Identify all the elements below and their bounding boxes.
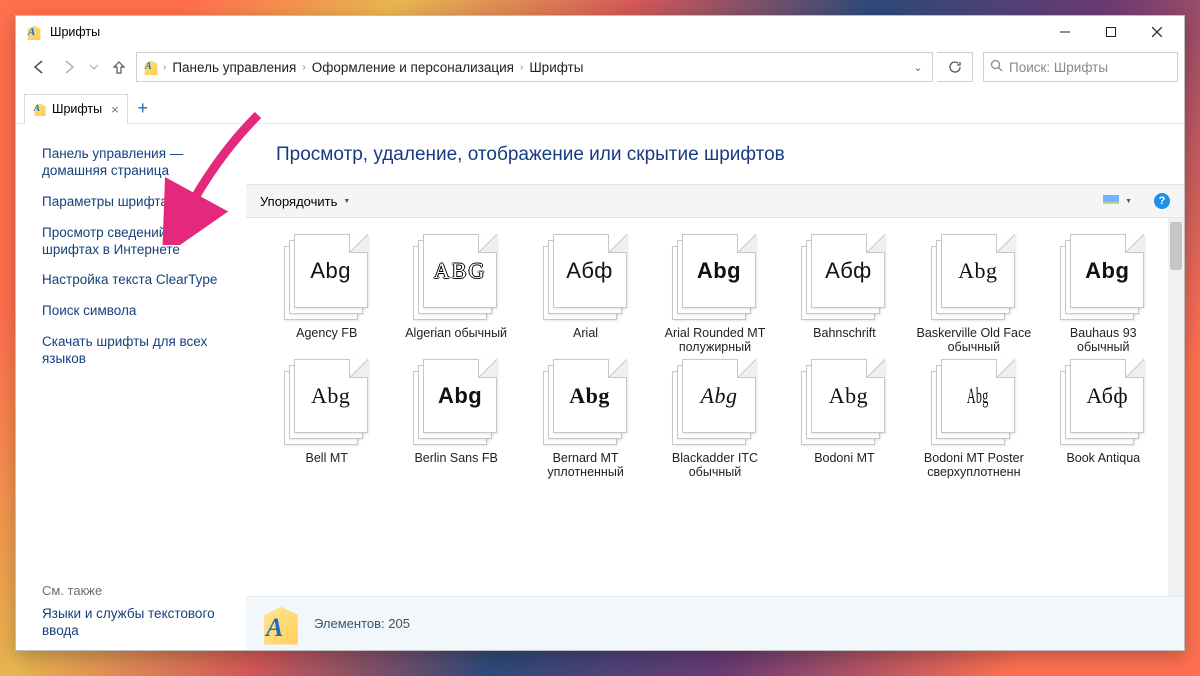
new-tab-button[interactable]: + <box>128 93 158 123</box>
chevron-down-icon: ▼ <box>343 198 350 205</box>
sidebar-link-download[interactable]: Скачать шрифты для всех языков <box>42 334 232 368</box>
font-item[interactable]: Абф Bahnschrift <box>782 234 907 355</box>
toolbar: Упорядочить ▼ ▼ ? <box>246 184 1184 218</box>
breadcrumb[interactable]: Шрифты <box>523 60 589 75</box>
font-thumbnail: Abg <box>413 359 499 445</box>
status-bar: Элементов: 205 <box>246 596 1184 650</box>
font-name-label: Bodoni MT Poster сверхуплотненн <box>914 451 1034 480</box>
back-button[interactable] <box>26 53 52 81</box>
navigation-bar: › Панель управления › Оформление и персо… <box>16 48 1184 88</box>
sidebar-link-charmap[interactable]: Поиск символа <box>42 303 232 320</box>
breadcrumb[interactable]: Панель управления <box>166 60 302 75</box>
help-button[interactable]: ? <box>1154 193 1170 209</box>
font-item[interactable]: Abg Bauhaus 93 обычный <box>1041 234 1166 355</box>
font-name-label: Berlin Sans FB <box>414 451 497 465</box>
fonts-folder-icon <box>26 24 42 40</box>
font-item[interactable]: Abg Berlin Sans FB <box>393 359 518 480</box>
search-icon <box>990 59 1003 75</box>
search-input[interactable]: Поиск: Шрифты <box>983 52 1178 82</box>
forward-button[interactable] <box>56 53 82 81</box>
tab-label: Шрифты <box>52 102 102 116</box>
font-name-label: Arial Rounded MT полужирный <box>655 326 775 355</box>
font-name-label: Arial <box>573 326 598 340</box>
font-item[interactable]: Абф Book Antiqua <box>1041 359 1166 480</box>
font-name-label: Bodoni MT <box>814 451 874 465</box>
sidebar: Панель управления — домашняя страница Па… <box>16 124 246 650</box>
main-panel: Просмотр, удаление, отображение или скры… <box>246 124 1184 650</box>
search-placeholder: Поиск: Шрифты <box>1009 60 1108 75</box>
address-dropdown[interactable]: ⌄ <box>906 61 930 74</box>
window-body: Панель управления — домашняя страница Па… <box>16 124 1184 650</box>
refresh-button[interactable] <box>937 52 973 82</box>
close-button[interactable] <box>1134 17 1180 47</box>
font-thumbnail: Abg <box>801 359 887 445</box>
organize-button[interactable]: Упорядочить <box>260 194 337 209</box>
font-name-label: Blackadder ITC обычный <box>655 451 775 480</box>
font-item[interactable]: Abg Bernard MT уплотненный <box>523 359 648 480</box>
sidebar-link-cleartype[interactable]: Настройка текста ClearType <box>42 272 232 289</box>
tab-close-icon[interactable]: × <box>111 102 119 117</box>
breadcrumb[interactable]: Оформление и персонализация <box>306 60 520 75</box>
sidebar-link-home[interactable]: Панель управления — домашняя страница <box>42 146 232 180</box>
scrollbar-thumb[interactable] <box>1170 222 1182 270</box>
font-thumbnail: Abg <box>931 359 1017 445</box>
tab-fonts[interactable]: Шрифты × <box>24 94 128 124</box>
font-thumbnail: Abg <box>284 234 370 320</box>
window-controls <box>1042 17 1180 47</box>
font-list-area: Abg Agency FB ABG Algerian обычный Абф Arial A… <box>246 218 1184 596</box>
font-item[interactable]: ABG Algerian обычный <box>393 234 518 355</box>
font-thumbnail: Abg <box>543 359 629 445</box>
fonts-folder-icon <box>260 603 302 645</box>
font-item[interactable]: Абф Arial <box>523 234 648 355</box>
font-thumbnail: Абф <box>543 234 629 320</box>
fonts-folder-icon <box>143 59 159 75</box>
font-item[interactable]: Abg Blackadder ITC обычный <box>652 359 777 480</box>
titlebar: Шрифты <box>16 16 1184 48</box>
font-name-label: Algerian обычный <box>405 326 507 340</box>
view-mode-button[interactable] <box>1103 195 1119 207</box>
font-item[interactable]: Abg Bodoni MT <box>782 359 907 480</box>
font-name-label: Bernard MT уплотненный <box>526 451 646 480</box>
see-also-heading: См. также <box>42 583 232 598</box>
sidebar-link-online-info[interactable]: Просмотр сведений о шрифтах в Интернете <box>42 225 232 259</box>
font-thumbnail: Abg <box>284 359 370 445</box>
status-item-count: Элементов: 205 <box>314 616 410 631</box>
font-name-label: Baskerville Old Face обычный <box>914 326 1034 355</box>
fonts-window: Шрифты › Панель упр <box>15 15 1185 651</box>
maximize-button[interactable] <box>1088 17 1134 47</box>
font-name-label: Bell MT <box>306 451 348 465</box>
fonts-folder-icon <box>33 102 47 116</box>
font-item[interactable]: Abg Arial Rounded MT полужирный <box>652 234 777 355</box>
font-name-label: Bauhaus 93 обычный <box>1043 326 1163 355</box>
font-thumbnail: ABG <box>413 234 499 320</box>
font-thumbnail: Abg <box>931 234 1017 320</box>
font-grid: Abg Agency FB ABG Algerian обычный Абф Arial A… <box>246 218 1184 480</box>
up-button[interactable] <box>106 53 132 81</box>
font-item[interactable]: Abg Bell MT <box>264 359 389 480</box>
chevron-down-icon[interactable]: ▼ <box>1125 198 1132 205</box>
font-name-label: Agency FB <box>296 326 357 340</box>
font-item[interactable]: Abg Baskerville Old Face обычный <box>911 234 1036 355</box>
window-title: Шрифты <box>50 25 100 39</box>
font-thumbnail: Abg <box>1060 234 1146 320</box>
font-name-label: Bahnschrift <box>813 326 876 340</box>
sidebar-link-font-params[interactable]: Параметры шрифта <box>42 194 232 211</box>
address-bar[interactable]: › Панель управления › Оформление и персо… <box>136 52 933 82</box>
font-item[interactable]: Abg Agency FB <box>264 234 389 355</box>
sidebar-link-languages[interactable]: Языки и службы текстового ввода <box>42 606 232 640</box>
recent-dropdown[interactable] <box>86 53 102 81</box>
page-title: Просмотр, удаление, отображение или скры… <box>246 124 1184 184</box>
font-thumbnail: Абф <box>801 234 887 320</box>
scrollbar[interactable] <box>1168 218 1184 596</box>
tabs-row: Шрифты × + <box>16 88 1184 124</box>
font-thumbnail: Abg <box>672 234 758 320</box>
font-thumbnail: Абф <box>1060 359 1146 445</box>
font-thumbnail: Abg <box>672 359 758 445</box>
font-item[interactable]: Abg Bodoni MT Poster сверхуплотненн <box>911 359 1036 480</box>
minimize-button[interactable] <box>1042 17 1088 47</box>
font-name-label: Book Antiqua <box>1066 451 1140 465</box>
